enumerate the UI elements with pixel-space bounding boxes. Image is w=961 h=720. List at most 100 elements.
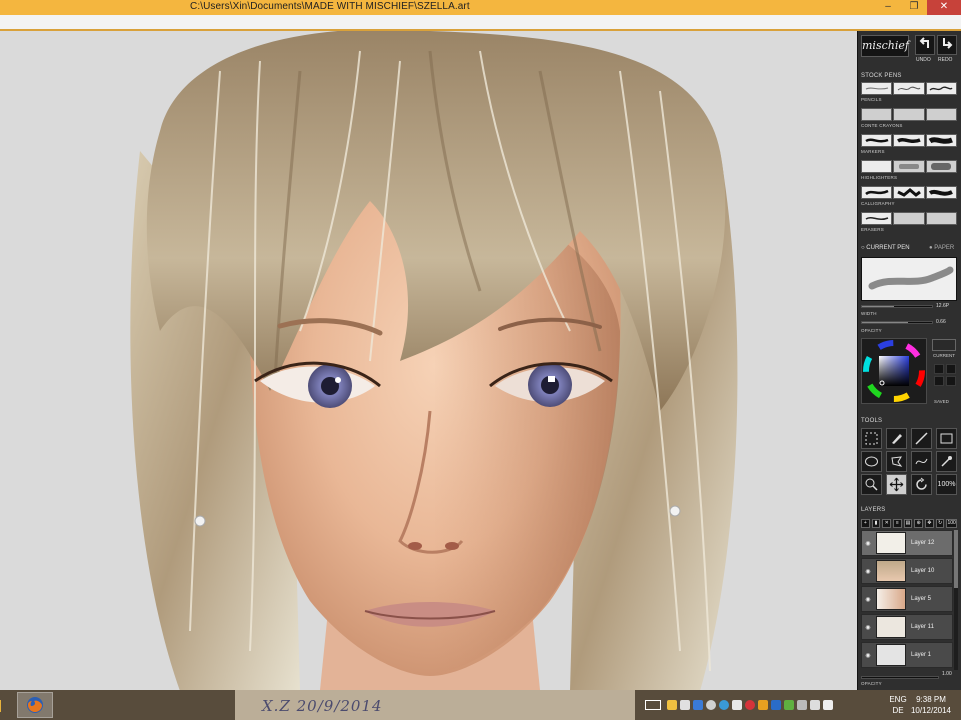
drawing-canvas[interactable] <box>0 31 857 690</box>
tray-app-icon[interactable] <box>745 700 755 710</box>
saved-swatch[interactable] <box>946 364 956 374</box>
keyboard-icon[interactable] <box>645 700 661 710</box>
redo-label: REDO <box>938 57 953 63</box>
nvidia-icon[interactable] <box>784 700 794 710</box>
rectangle-tool[interactable] <box>936 428 957 449</box>
conte-pen-2[interactable] <box>893 108 925 121</box>
calligraphy-pen-1[interactable] <box>861 186 893 199</box>
layer-item[interactable]: ◉ Layer 5 <box>861 586 953 612</box>
saved-swatch[interactable] <box>934 376 944 386</box>
minimize-button[interactable]: – <box>875 0 901 15</box>
layer-thumbnail <box>876 588 906 610</box>
layer-options-icon[interactable]: ▤ <box>903 519 913 528</box>
stroke-preview-icon <box>868 266 954 290</box>
layer-rotate-icon[interactable]: ↻ <box>935 519 945 528</box>
highlighter-pen-3[interactable] <box>925 160 957 173</box>
saved-swatch[interactable] <box>934 364 944 374</box>
tools-grid: 100% <box>861 428 957 495</box>
rect-select-tool[interactable] <box>861 428 882 449</box>
opacity-slider[interactable] <box>861 321 933 324</box>
window-title: C:\Users\Xin\Documents\MADE WITH MISCHIE… <box>190 1 470 12</box>
calligraphy-pen-3[interactable] <box>925 186 957 199</box>
marker-pen-2[interactable] <box>893 134 925 147</box>
network-icon[interactable] <box>810 700 820 710</box>
line-tool[interactable] <box>911 428 932 449</box>
visibility-eye-icon[interactable]: ◉ <box>862 588 874 610</box>
marker-pen-3[interactable] <box>925 134 957 147</box>
tray-app-icon[interactable] <box>667 700 677 710</box>
redo-button[interactable] <box>937 35 957 55</box>
conte-pen-1[interactable] <box>861 108 893 121</box>
eyedropper-tool[interactable] <box>936 451 957 472</box>
tray-app-icon[interactable] <box>771 700 781 710</box>
tray-app-icon[interactable] <box>680 700 690 710</box>
highlighter-pen-1[interactable] <box>861 160 893 173</box>
volume-icon[interactable] <box>823 700 833 710</box>
visibility-eye-icon[interactable]: ◉ <box>862 532 874 554</box>
lasso-tool[interactable] <box>886 451 907 472</box>
pencil-pen-2[interactable] <box>893 82 925 95</box>
move-tool[interactable] <box>886 474 907 495</box>
current-color-swatch[interactable] <box>932 339 956 351</box>
clear-layer-icon[interactable]: ✕ <box>882 519 892 528</box>
layer-zoom-value[interactable]: 100 <box>946 519 957 528</box>
tray-app-icon[interactable] <box>719 700 729 710</box>
rotate-tool[interactable] <box>911 474 932 495</box>
pencil-pen-3[interactable] <box>925 82 957 95</box>
eraser-pen-1[interactable] <box>861 212 893 225</box>
conte-crayons-label: CONTE CRAYONS <box>861 123 903 128</box>
layer-item[interactable]: ◉ Layer 12 <box>861 530 953 556</box>
eraser-pen-2[interactable] <box>893 212 925 225</box>
tray-app-icon[interactable] <box>797 700 807 710</box>
visibility-eye-icon[interactable]: ◉ <box>862 560 874 582</box>
delete-layer-icon[interactable]: ▮ <box>871 519 881 528</box>
layer-item[interactable]: ◉ Layer 10 <box>861 558 953 584</box>
file-explorer-icon[interactable] <box>0 692 6 718</box>
undo-button[interactable] <box>915 35 935 55</box>
undo-label: UNDO <box>916 57 931 63</box>
color-wheel[interactable] <box>861 338 927 404</box>
zoom-100-tool[interactable]: 100% <box>936 474 957 495</box>
paper-tab[interactable]: ● PAPER <box>929 245 954 251</box>
markers-label: MARKERS <box>861 149 885 154</box>
move-icon <box>889 477 904 492</box>
ellipse-tool[interactable] <box>861 451 882 472</box>
calligraphy-label: CALLIGRAPHY <box>861 201 895 206</box>
stroke-preview-icon <box>929 86 953 91</box>
saved-swatch[interactable] <box>946 376 956 386</box>
tray-app-icon[interactable] <box>693 700 703 710</box>
marker-pen-1[interactable] <box>861 134 893 147</box>
layer-zoom-icon[interactable]: ⊕ <box>914 519 924 528</box>
visibility-eye-icon[interactable]: ◉ <box>862 616 874 638</box>
cloud-icon[interactable] <box>706 700 716 710</box>
layer-item[interactable]: ◉ Layer 1 <box>861 642 953 668</box>
calligraphy-pen-2[interactable] <box>893 186 925 199</box>
mischief-logo: mischief <box>861 35 909 57</box>
highlighter-pen-2[interactable] <box>893 160 925 173</box>
merge-layer-icon[interactable]: ≡ <box>893 519 902 528</box>
curve-tool[interactable] <box>911 451 932 472</box>
rectangle-icon <box>940 433 953 444</box>
stroke-preview-icon <box>897 188 921 197</box>
width-slider[interactable] <box>861 305 933 308</box>
pen-tool[interactable] <box>886 428 907 449</box>
flag-icon[interactable] <box>732 700 742 710</box>
pencil-pen-1[interactable] <box>861 82 893 95</box>
zoom-tool[interactable] <box>861 474 882 495</box>
eraser-pen-3[interactable] <box>925 212 957 225</box>
conte-pen-3[interactable] <box>925 108 957 121</box>
conte-crayons-row <box>861 108 957 121</box>
close-button[interactable]: ✕ <box>927 0 961 15</box>
layers-scrollbar[interactable] <box>954 530 958 670</box>
current-pen-tab[interactable]: ○ CURRENT PEN <box>861 245 910 251</box>
layer-move-icon[interactable]: ✥ <box>925 519 934 528</box>
layer-item[interactable]: ◉ Layer 11 <box>861 614 953 640</box>
firefox-icon[interactable] <box>17 692 53 718</box>
layer-opacity-slider[interactable] <box>861 676 939 679</box>
stroke-preview-icon <box>864 138 889 143</box>
restore-button[interactable]: ❐ <box>901 0 927 15</box>
tray-app-icon[interactable] <box>758 700 768 710</box>
visibility-eye-icon[interactable]: ◉ <box>862 644 874 666</box>
clock[interactable]: 9:38 PM 10/12/2014 <box>905 694 957 716</box>
add-layer-icon[interactable]: + <box>861 519 870 528</box>
